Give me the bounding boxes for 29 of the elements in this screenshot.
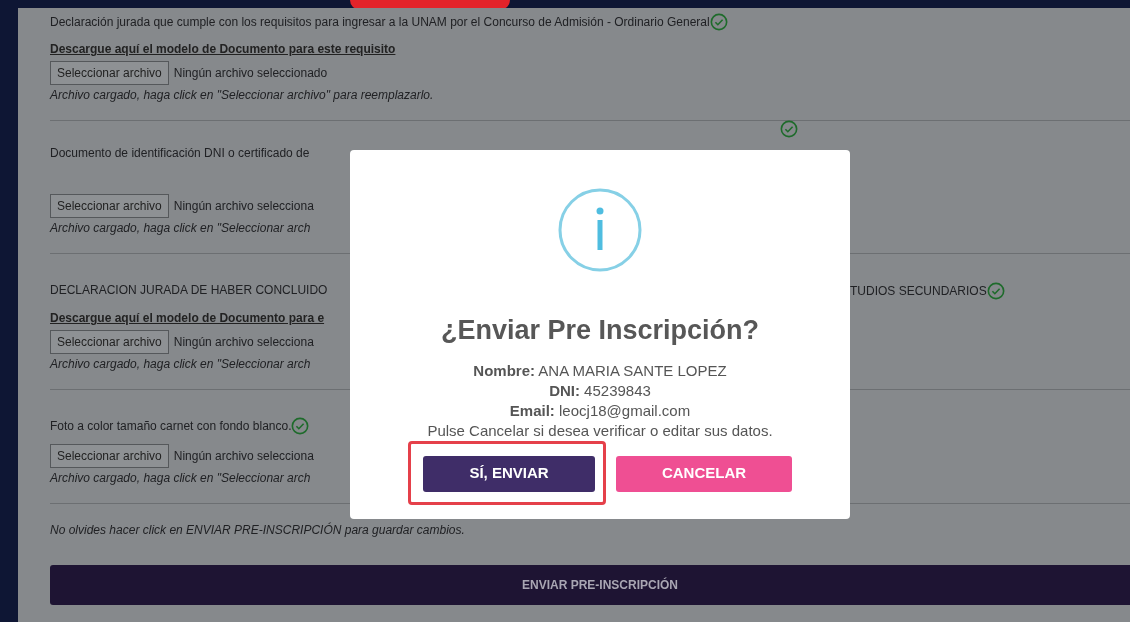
download-link[interactable]: Descargue aquí el modelo de Documento para e [50, 309, 325, 327]
info-icon [558, 188, 642, 272]
file-status: Ningún archivo selecciona [173, 198, 314, 215]
file-select-button[interactable]: Seleccionar archivo [50, 61, 169, 85]
file-select-button[interactable]: Seleccionar archivo [50, 194, 169, 218]
file-select-button[interactable]: Seleccionar archivo [50, 444, 169, 468]
dialog-text: Nombre: ANA MARIA SANTE LOPEZ [472, 360, 728, 381]
file-select-button[interactable]: Seleccionar archivo [50, 330, 169, 354]
file-status: Ningún archivo selecciona [173, 334, 314, 351]
upload-note: Archivo cargado, haga click en "Seleccionar arch [50, 356, 311, 373]
upload-note: Archivo cargado, haga click en "Seleccionar archivo" para reemplazarlo. [50, 87, 434, 104]
file-status: Ningún archivo seleccionado [173, 65, 328, 82]
confirm-button[interactable]: SÍ, ENVIAR [423, 455, 595, 492]
dialog-title: ¿Enviar Pre Inscripción? [439, 314, 761, 347]
download-link[interactable]: Descargue aquí el modelo de Documento para este requisito [50, 40, 396, 58]
cancel-button[interactable]: CANCELAR [616, 455, 792, 492]
upload-note: Archivo cargado, haga click en "Seleccionar arch [50, 220, 311, 237]
requirement-title: Documento de identificación DNI o certificado de [50, 146, 310, 160]
file-status: Ningún archivo selecciona [173, 448, 314, 465]
dialog-text: Pulse Cancelar si desea verificar o editar sus datos. [426, 420, 774, 441]
requirement-title: Declaración jurada que cumple con los requisitos para ingresar a la UNAM por el Concurso de Admisión - Ordinario General [50, 14, 710, 31]
upload-note: Archivo cargado, haga click en "Seleccionar arch [50, 470, 311, 487]
reminder-text: No olvides hacer click en ENVIAR PRE-INSCRIPCIÓN para guardar cambios. [50, 521, 466, 539]
requirement-title: Foto a color tamaño carnet con fondo blanco. [50, 418, 292, 435]
requirement-title: DECLARACION JURADA DE HABER CONCLUIDO [50, 283, 328, 297]
requirement-title: TUDIOS SECUNDARIOS [850, 283, 987, 300]
dialog-text: DNI: 45239843 [548, 380, 652, 401]
dialog-text: Email: leocj18@gmail.com [508, 400, 692, 421]
submit-button[interactable]: ENVIAR PRE-INSCRIPCIÓN [50, 565, 1130, 605]
